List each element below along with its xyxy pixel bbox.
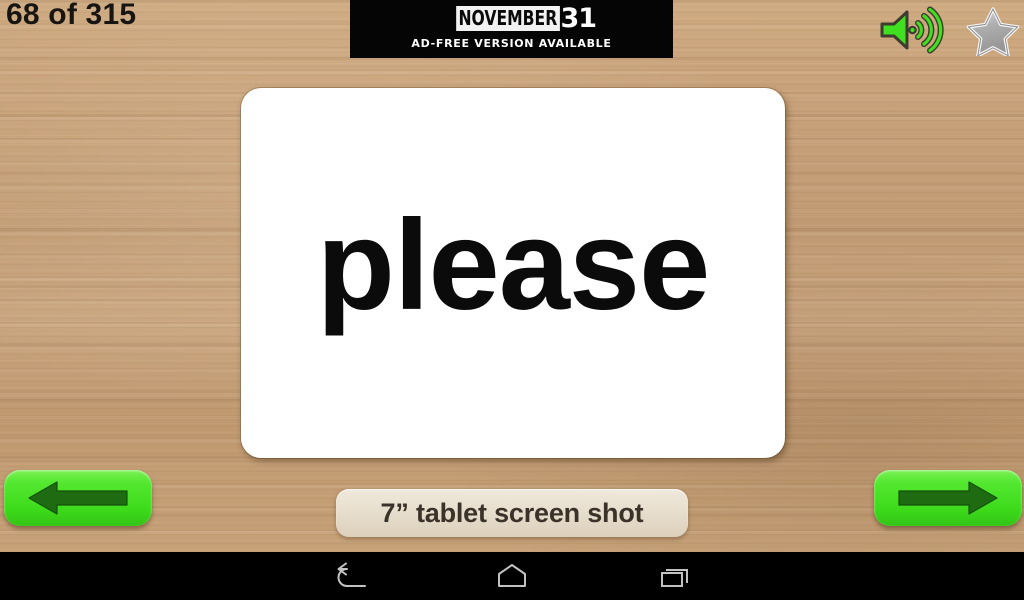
home-icon (498, 564, 526, 587)
ad-logo: NOVEMBER 31 (350, 4, 673, 32)
card-counter: 68 of 315 (6, 0, 137, 31)
back-arrow-icon (337, 562, 366, 587)
next-button[interactable] (874, 470, 1022, 526)
favorite-button[interactable] (964, 6, 1022, 58)
sound-button[interactable] (874, 6, 944, 54)
flashcard[interactable]: please (241, 88, 785, 458)
previous-button[interactable] (4, 470, 152, 526)
nav-home-button[interactable] (464, 552, 560, 600)
star-icon (966, 7, 1020, 58)
arrow-right-icon (898, 481, 998, 515)
flashcard-word: please (316, 194, 710, 337)
caption-pill: 7” tablet screen shot (336, 489, 688, 537)
ad-subtitle: AD-FREE VERSION AVAILABLE (411, 37, 612, 50)
ad-logo-word: NOVEMBER (456, 5, 560, 31)
ad-banner[interactable]: NOVEMBER 31 AD-FREE VERSION AVAILABLE (350, 0, 673, 58)
arrow-left-icon (28, 481, 128, 515)
ad-logo-number: 31 (560, 2, 597, 34)
speaker-sound-icon (880, 6, 944, 54)
nav-back-button[interactable] (303, 552, 399, 600)
caption-text: 7” tablet screen shot (380, 497, 644, 528)
app-screen: 68 of 315 NOVEMBER 31 AD-FREE VERSION AV… (0, 0, 1024, 600)
recents-icon (661, 569, 688, 587)
system-navigation-bar (0, 552, 1024, 600)
nav-recents-button[interactable] (628, 552, 724, 600)
